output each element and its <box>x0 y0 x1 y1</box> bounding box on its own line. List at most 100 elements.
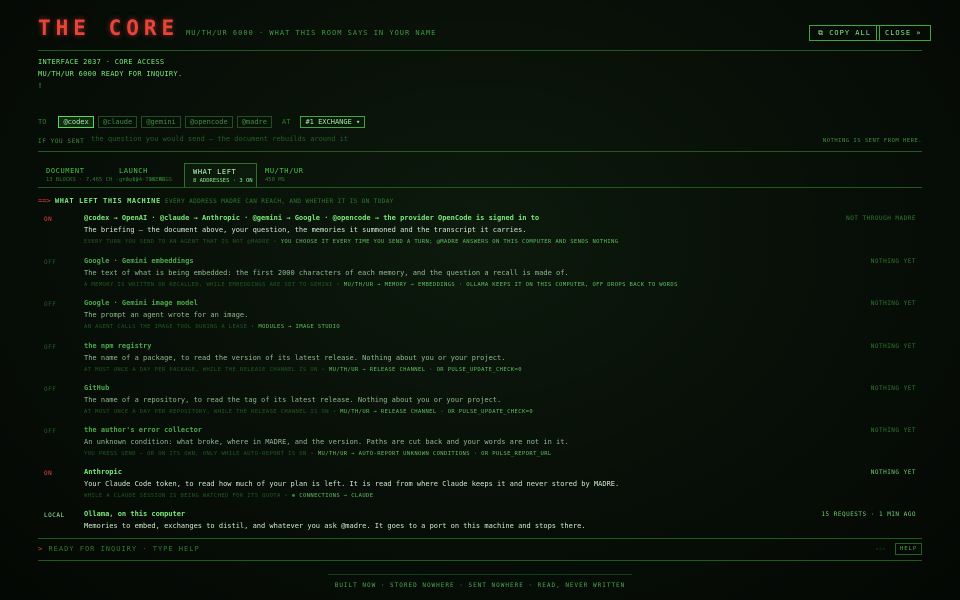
section-tagline: EVERY ADDRESS MADRE CAN REACH, AND WHETH… <box>165 198 394 205</box>
footer-tagline: BUILT NOW · STORED NOWHERE · SENT NOWHER… <box>334 582 626 589</box>
tab-what-left[interactable]: WHAT LEFT 8 ADDRESSES · 3 ON <box>184 163 257 187</box>
entry-name: the npm registry <box>84 342 152 350</box>
entry-note: WHILE A CLAUDE SESSION IS BEING WATCHED … <box>84 493 374 499</box>
entry-note: AT MOST ONCE A DAY PER REPOSITORY, WHILE… <box>84 409 533 415</box>
entry-name: Google · Gemini image model <box>84 299 198 307</box>
nothing-sent-note: NOTHING IS SENT FROM HERE. <box>822 138 922 144</box>
entry-description: An unknown condition: what broke, where … <box>84 438 569 446</box>
prompt-placeholder: READY FOR INQUIRY · TYPE HELP <box>48 545 200 553</box>
tab-title: LAUNCH <box>119 167 148 175</box>
entry-activity: NOTHING YET <box>870 469 916 476</box>
prompt-caret-icon: > <box>38 545 44 553</box>
help-button[interactable]: HELP <box>895 543 923 555</box>
entry-note-trigger: AT MOST ONCE A DAY PER PACKAGE, WHILE TH… <box>84 367 318 373</box>
page-subtitle: MU/TH/UR 6000 · WHAT THIS ROOM SAYS IN Y… <box>186 29 437 37</box>
entry-description: The briefing — the document above, your … <box>84 226 527 234</box>
recipient-row: TO @codex @claude @gemini @opencode @mad… <box>38 115 366 129</box>
entry-description: Your Claude Code token, to read how much… <box>84 480 620 488</box>
compose-divider <box>38 151 922 152</box>
entry-note-setting: · MU/TH/UR → RELEASE CHANNEL · OR PULSE_… <box>317 367 522 373</box>
boot-line-1: INTERFACE 2037 · CORE ACCESS <box>38 58 165 66</box>
status-badge: LOCAL <box>44 512 65 519</box>
status-badge: ON <box>44 470 53 477</box>
status-badge: OFF <box>44 259 57 266</box>
entry-note-setting: · YOU CHOOSE IT EVERY TIME YOU SEND A TU… <box>269 239 619 245</box>
entry-note-setting: · MODULES → IMAGE STUDIO <box>247 324 341 330</box>
entry-note: A MEMORY IS WRITTEN OR RECALLED, WHILE E… <box>84 282 678 288</box>
entry-note-trigger: AT MOST ONCE A DAY PER REPOSITORY, WHILE… <box>84 409 329 415</box>
entry-activity: NOTHING YET <box>870 385 916 392</box>
command-input[interactable]: > READY FOR INQUIRY · TYPE HELP <box>38 545 200 553</box>
tab-muthur[interactable]: MU/TH/UR 450 MS <box>257 163 330 187</box>
boot-line-2: MU/TH/UR 6000 READY FOR INQUIRY. <box>38 70 183 78</box>
entry-note: EVERY TURN YOU SEND TO AN AGENT THAT IS … <box>84 239 618 245</box>
tab-document[interactable]: DOCUMENT 13 BLOCKS · 7,465 CH · ~2,114 T… <box>38 163 166 187</box>
recipient-claude[interactable]: @claude <box>97 116 138 128</box>
entry-note-setting: · MU/TH/UR → AUTO-REPORT UNKNOWN CONDITI… <box>306 451 552 457</box>
entry-description: The name of a package, to read the versi… <box>84 354 506 362</box>
recipient-gemini[interactable]: @gemini <box>141 116 181 128</box>
entry-note-trigger: EVERY TURN YOU SEND TO AN AGENT THAT IS … <box>84 239 270 245</box>
status-badge: OFF <box>44 301 57 308</box>
entry-activity: NOTHING YET <box>870 427 916 434</box>
entry-note-setting: · ⊕ CONNECTIONS → CLAUDE <box>280 493 374 499</box>
entry-note-trigger: A MEMORY IS WRITTEN OR RECALLED, WHILE E… <box>84 282 333 288</box>
entry-name: GitHub <box>84 384 110 392</box>
copy-all-button[interactable]: ⧉ COPY ALL <box>809 25 880 41</box>
status-badge: ON <box>44 216 53 223</box>
status-badge: OFF <box>44 428 57 435</box>
tab-title: DOCUMENT <box>46 167 85 175</box>
entry-name: Anthropic <box>84 468 122 476</box>
if-you-sent-label: IF YOU SENT <box>38 138 85 145</box>
tab-title: WHAT LEFT <box>193 168 237 176</box>
entry-description: Memories to embed, exchanges to distil, … <box>84 522 586 530</box>
entry-note-trigger: WHILE A CLAUDE SESSION IS BEING WATCHED … <box>84 493 281 499</box>
tab-meta: groovy · 16 ARGS <box>119 177 172 183</box>
entry-activity: 15 REQUESTS · 1 MIN AGO <box>821 511 916 518</box>
prompt-dots-icon: ◦◦◦ <box>875 546 886 553</box>
entry-note-setting: · MU/TH/UR → MEMORY → EMBEDDINGS · OLLAM… <box>332 282 678 288</box>
tab-title: MU/TH/UR <box>265 167 304 175</box>
entry-activity: NOTHING YET <box>870 343 916 350</box>
section-title: ==> WHAT LEFT THIS MACHINE EVERY ADDRESS… <box>38 197 394 205</box>
entry-note-trigger: YOU PRESS SEND — OR ON ITS OWN, ONLY WHI… <box>84 451 307 457</box>
entry-name: Google · Gemini embeddings <box>84 257 194 265</box>
entry-description: The text of what is being embedded: the … <box>84 269 569 277</box>
section-arrow-icon: ==> <box>38 197 51 205</box>
entry-note: AT MOST ONCE A DAY PER PACKAGE, WHILE TH… <box>84 367 522 373</box>
entry-note-setting: · MU/TH/UR → RELEASE CHANNEL · OR PULSE_… <box>328 409 534 415</box>
to-label: TO <box>38 118 47 126</box>
tab-meta: 13 BLOCKS · 7,465 CH · ~2,114 TOKENS <box>46 177 166 183</box>
entry-note-trigger: AN AGENT CALLS THE IMAGE TOOL DURING A L… <box>84 324 248 330</box>
exchange-select[interactable]: #1 EXCHANGE ▾ <box>300 116 366 128</box>
entry-note: AN AGENT CALLS THE IMAGE TOOL DURING A L… <box>84 324 340 330</box>
question-input[interactable]: the question you would send — the docume… <box>91 135 348 143</box>
entry-activity: NOT THROUGH MADRE <box>846 215 916 222</box>
status-badge: OFF <box>44 386 57 393</box>
tabs-divider <box>38 187 922 188</box>
entry-activity: NOTHING YET <box>870 258 916 265</box>
page-title: THE CORE <box>38 16 180 40</box>
prompt-top-divider <box>38 538 922 539</box>
recipient-opencode[interactable]: @opencode <box>184 116 233 128</box>
tab-bar: DOCUMENT 13 BLOCKS · 7,465 CH · ~2,114 T… <box>38 163 330 187</box>
header-divider <box>38 50 922 51</box>
recipient-codex[interactable]: @codex <box>58 116 94 128</box>
recipient-madre[interactable]: @madre <box>236 116 272 128</box>
entry-description: The prompt an agent wrote for an image. <box>84 311 249 319</box>
prompt-bottom-divider <box>38 560 922 561</box>
at-label: AT <box>282 118 291 126</box>
footer-divider <box>328 574 632 575</box>
tab-launch[interactable]: LAUNCH groovy · 16 ARGS <box>111 163 184 187</box>
boot-cursor-icon: ▯ <box>38 81 43 89</box>
entry-description: The name of a repository, to read the ta… <box>84 396 502 404</box>
tab-meta: 8 ADDRESSES · 3 ON <box>193 178 253 184</box>
entry-name: Ollama, on this computer <box>84 510 186 518</box>
entry-name: @codex → OpenAI · @claude → Anthropic · … <box>84 214 540 222</box>
section-heading: WHAT LEFT THIS MACHINE <box>54 197 161 205</box>
close-button[interactable]: CLOSE » <box>876 25 931 41</box>
tab-meta: 450 MS <box>265 177 285 183</box>
entry-name: the author's error collector <box>84 426 203 434</box>
entry-activity: NOTHING YET <box>870 300 916 307</box>
status-badge: OFF <box>44 344 57 351</box>
